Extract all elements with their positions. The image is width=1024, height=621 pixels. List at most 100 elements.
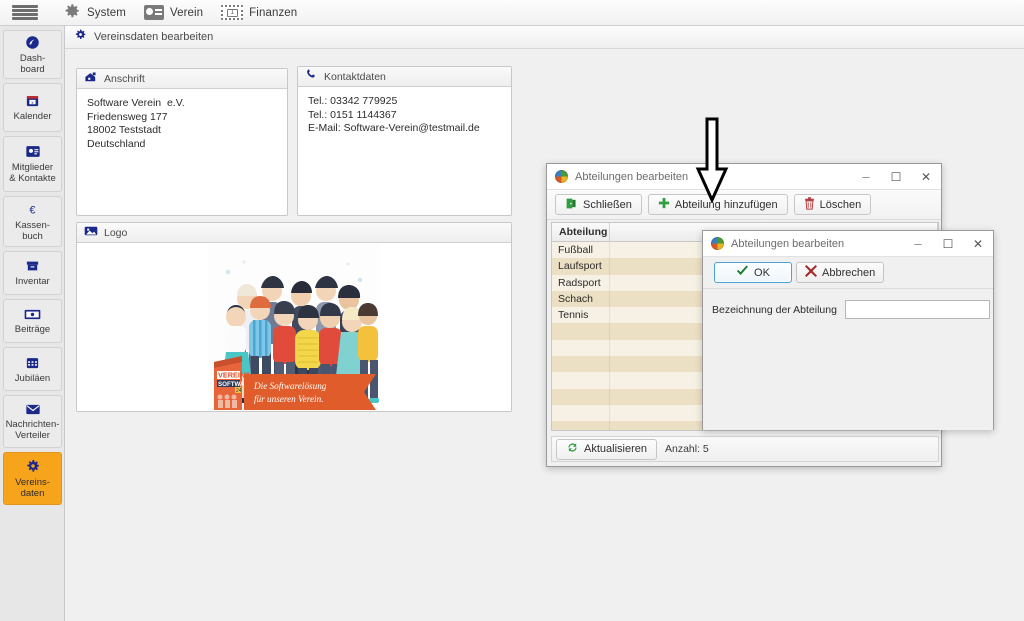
top-menu-bar: System Verein 1 Finanzen bbox=[0, 0, 1024, 26]
check-icon bbox=[736, 265, 749, 280]
svg-text:für unseren Verein.: für unseren Verein. bbox=[254, 394, 324, 404]
schliessen-button[interactable]: Schließen bbox=[555, 194, 642, 215]
dialog-abteilungen-toolbar: Schließen Abteilung hinzufügen Löschen bbox=[547, 190, 941, 220]
sidebar-item-jubilaeen-label: Jubiläen bbox=[14, 372, 51, 384]
cell-abteilung: Laufsport bbox=[552, 258, 610, 275]
panel-kontaktdaten: Kontaktdaten Tel.: 03342 779925 Tel.: 01… bbox=[297, 66, 512, 216]
menu-item-verein-label: Verein bbox=[169, 6, 204, 19]
sidebar-item-kalender-label: Kalender bbox=[13, 111, 52, 122]
panel-logo-header: Logo bbox=[77, 223, 511, 243]
exit-door-icon bbox=[565, 197, 578, 213]
sidebar-item-mitglieder-label: Mitglieder & Kontakte bbox=[9, 162, 56, 184]
sidebar-item-kalender[interactable]: x Kalender bbox=[3, 83, 62, 132]
panel-logo-body: VEREINS SOFTWARE 24 Die Softwarelösung f… bbox=[77, 243, 511, 411]
dialog-modal-window-controls: – ☐ ✕ bbox=[903, 231, 993, 257]
banknote-icon: 1 bbox=[221, 5, 244, 20]
ok-button[interactable]: OK bbox=[714, 262, 792, 283]
left-sidebar: Dash- board x Kalender Mitglieder & Kont… bbox=[0, 26, 65, 621]
euro-icon: € bbox=[25, 202, 40, 217]
cell-abteilung: Schach bbox=[552, 290, 610, 308]
sidebar-item-jubilaeen[interactable]: Jubiläen bbox=[3, 347, 62, 391]
abbrechen-button-label: Abbrechen bbox=[822, 266, 876, 279]
sidebar-item-vereinsdaten[interactable]: Vereins- daten bbox=[3, 452, 62, 505]
svg-text:Die Softwarelösung: Die Softwarelösung bbox=[253, 381, 327, 391]
maximize-button[interactable]: ☐ bbox=[881, 164, 911, 190]
address-line-2: Friedensweg 177 bbox=[87, 110, 168, 123]
hamburger-menu-icon[interactable] bbox=[12, 4, 38, 22]
app-window: System Verein 1 Finanzen Dash- board x K… bbox=[0, 0, 1024, 621]
menu-item-verein[interactable]: Verein bbox=[135, 0, 212, 26]
sidebar-item-mitglieder[interactable]: Mitglieder & Kontakte bbox=[3, 136, 62, 192]
svg-text:24: 24 bbox=[236, 388, 242, 394]
menu-item-finanzen[interactable]: 1 Finanzen bbox=[212, 0, 306, 26]
menu-item-system[interactable]: System bbox=[54, 0, 135, 26]
maximize-button[interactable]: ☐ bbox=[933, 231, 963, 257]
contact-line-2: Tel.: 0151 1144367 bbox=[308, 108, 397, 121]
dialog-abteilung-eingabe: Abteilungen bearbeiten – ☐ ✕ OK Abbreche… bbox=[702, 230, 994, 430]
gear-icon bbox=[74, 28, 87, 46]
phone-icon bbox=[305, 68, 318, 86]
panel-anschrift: Anschrift Software Verein e.V. Friedensw… bbox=[76, 68, 288, 216]
anzahl-label: Anzahl: 5 bbox=[664, 443, 709, 455]
abbrechen-button[interactable]: Abbrechen bbox=[796, 262, 885, 283]
members-icon bbox=[25, 144, 41, 159]
breadcrumb-label: Vereinsdaten bearbeiten bbox=[94, 31, 214, 43]
sidebar-item-dashboard-label: Dash- board bbox=[19, 52, 46, 75]
dialog-modal-titlebar[interactable]: Abteilungen bearbeiten – ☐ ✕ bbox=[703, 231, 993, 257]
address-line-3: 18002 Teststadt bbox=[87, 124, 161, 136]
close-button[interactable]: ✕ bbox=[911, 164, 941, 190]
sidebar-item-dashboard[interactable]: Dash- board bbox=[3, 30, 62, 79]
sidebar-item-kassenbuch-label: Kassen- buch bbox=[15, 219, 50, 242]
panel-logo-title: Logo bbox=[104, 226, 128, 239]
trash-icon bbox=[804, 196, 815, 213]
calendar-days-icon bbox=[25, 355, 40, 370]
box-icon bbox=[25, 259, 40, 273]
dashboard-icon bbox=[25, 35, 40, 50]
globe-icon bbox=[711, 237, 724, 250]
gear-icon bbox=[25, 458, 41, 474]
sidebar-item-inventar[interactable]: Inventar bbox=[3, 251, 62, 295]
svg-text:€: € bbox=[30, 204, 36, 216]
sidebar-item-nachrichten-verteiler[interactable]: Nachrichten- Verteiler bbox=[3, 395, 62, 448]
gear-icon bbox=[63, 2, 81, 23]
dialog-abteilungen-window-controls: – ☐ ✕ bbox=[851, 164, 941, 190]
dialog-modal-body: Bezeichnung der Abteilung bbox=[703, 289, 993, 430]
ok-button-label: OK bbox=[754, 266, 770, 279]
sidebar-item-beitraege-label: Beiträge bbox=[14, 323, 51, 335]
sidebar-item-beitraege[interactable]: Beiträge bbox=[3, 299, 62, 343]
sidebar-item-kassenbuch[interactable]: € Kassen- buch bbox=[3, 196, 62, 247]
bezeichnung-field-row: Bezeichnung der Abteilung bbox=[712, 300, 990, 319]
panel-kontaktdaten-title: Kontaktdaten bbox=[324, 70, 386, 83]
minimize-button[interactable]: – bbox=[851, 164, 881, 190]
image-icon bbox=[84, 224, 98, 242]
minimize-button[interactable]: – bbox=[903, 231, 933, 257]
close-button[interactable]: ✕ bbox=[963, 231, 993, 257]
panel-logo: Logo VEREINS SOFTWARE 24 Die Softwarelös… bbox=[76, 222, 512, 412]
calendar-icon: x bbox=[25, 93, 40, 108]
panel-anschrift-title: Anschrift bbox=[104, 72, 145, 85]
bezeichnung-label: Bezeichnung der Abteilung bbox=[712, 303, 837, 316]
loeschen-button[interactable]: Löschen bbox=[793, 194, 872, 215]
aktualisieren-button-label: Aktualisieren bbox=[584, 443, 647, 455]
cell-abteilung: Radsport bbox=[552, 274, 610, 291]
cell-abteilung: Fußball bbox=[552, 242, 610, 259]
menu-item-system-label: System bbox=[87, 6, 126, 19]
annotation-down-arrow bbox=[693, 117, 731, 204]
bezeichnung-input[interactable] bbox=[844, 300, 990, 319]
panel-kontaktdaten-header: Kontaktdaten bbox=[298, 67, 511, 87]
column-header-abteilung[interactable]: Abteilung bbox=[552, 223, 610, 242]
home-icon bbox=[84, 70, 98, 88]
dialog-abteilungen-titlebar[interactable]: Abteilungen bearbeiten – ☐ ✕ bbox=[547, 164, 941, 190]
breadcrumb: Vereinsdaten bearbeiten bbox=[65, 26, 1024, 49]
aktualisieren-button[interactable]: Aktualisieren bbox=[556, 438, 657, 460]
plus-icon bbox=[658, 197, 670, 212]
address-line-4: Deutschland bbox=[87, 137, 146, 150]
dialog-modal-title: Abteilungen bearbeiten bbox=[731, 237, 845, 250]
loeschen-button-label: Löschen bbox=[819, 198, 862, 211]
panel-anschrift-body: Software Verein e.V. Friedensweg 177 180… bbox=[77, 89, 287, 159]
sidebar-item-inventar-label: Inventar bbox=[15, 276, 50, 287]
sidebar-item-vereinsdaten-label: Vereins- daten bbox=[15, 477, 50, 499]
globe-icon bbox=[555, 170, 568, 183]
schliessen-button-label: Schließen bbox=[583, 198, 632, 211]
panel-kontaktdaten-body: Tel.: 03342 779925 Tel.: 0151 1144367 E-… bbox=[298, 87, 511, 144]
